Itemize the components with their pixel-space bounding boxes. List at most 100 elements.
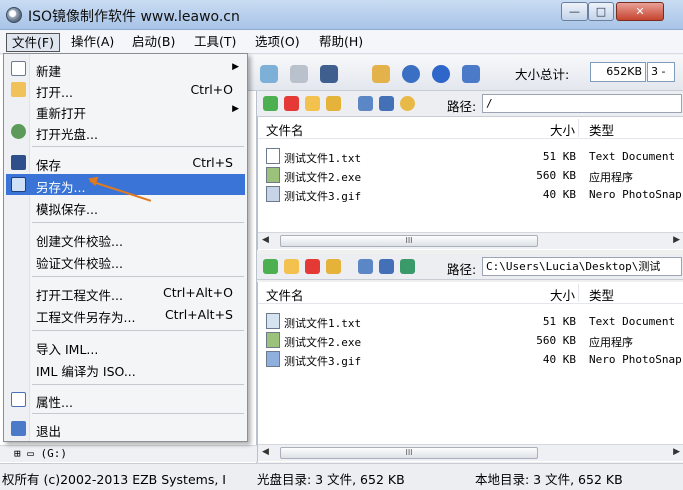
menu-separator — [32, 276, 244, 277]
help-icon[interactable] — [432, 65, 450, 83]
size-dropdown[interactable]: 3 - — [647, 62, 675, 82]
up-arrow-icon[interactable] — [263, 259, 278, 274]
local-file-row[interactable]: 测试文件3.gif 40 KB Nero PhotoSnap — [258, 350, 683, 369]
file-name: 测试文件2.exe — [284, 171, 362, 184]
menu-item-reopen[interactable]: 重新打开 ▶ — [6, 100, 245, 121]
rename-icon[interactable] — [326, 96, 341, 111]
iso-path-field[interactable]: / — [482, 94, 682, 113]
menu-item-exit[interactable]: 退出 — [6, 418, 245, 439]
new-folder-icon[interactable] — [284, 259, 299, 274]
menu-separator — [32, 384, 244, 385]
save-icon — [11, 155, 26, 170]
menu-item-open-project[interactable]: 打开工程文件... Ctrl+Alt+O — [6, 282, 245, 303]
menu-item-compile-iml[interactable]: IML 编译为 ISO... — [6, 358, 245, 379]
file-name: 测试文件1.txt — [284, 317, 362, 330]
up-arrow-icon[interactable] — [263, 96, 278, 111]
local-horizontal-scrollbar[interactable]: ◀ III ▶ — [258, 444, 683, 461]
menu-item-verify-checksum[interactable]: 验证文件校验... — [6, 250, 245, 271]
menu-item-save[interactable]: 保存 Ctrl+S — [6, 152, 245, 173]
col-name-header[interactable]: 文件名 — [266, 120, 304, 139]
file-type: Nero PhotoSnap — [589, 353, 682, 366]
col-name-header[interactable]: 文件名 — [266, 285, 304, 304]
col-size-header[interactable]: 大小 — [550, 285, 575, 304]
col-size-header[interactable]: 大小 — [550, 120, 575, 139]
file-name: 测试文件3.gif — [284, 355, 362, 368]
file-type: Nero PhotoSnap — [589, 188, 682, 201]
menu-action[interactable]: 操作(A) — [66, 33, 119, 52]
menu-boot[interactable]: 启动(B) — [127, 33, 180, 52]
search-icon[interactable] — [260, 65, 278, 83]
iso-file-list[interactable]: 文件名 大小 类型 测试文件1.txt 51 KB Text Document … — [257, 117, 683, 250]
menu-item-label: 另存为... — [36, 180, 86, 195]
settings-icon[interactable] — [379, 96, 394, 111]
properties-icon[interactable] — [372, 65, 390, 83]
scroll-left-arrow[interactable]: ◀ — [262, 447, 269, 457]
window-title: ISO镜像制作软件 www.leawo.cn — [28, 9, 240, 25]
scroll-left-arrow[interactable]: ◀ — [262, 235, 269, 245]
file-type: Text Document — [589, 150, 676, 163]
iso-file-row[interactable]: 测试文件3.gif 40 KB Nero PhotoSnap — [258, 185, 683, 204]
file-name: 测试文件2.exe — [284, 336, 362, 349]
menu-item-open[interactable]: 打开... Ctrl+O — [6, 79, 245, 100]
info-icon[interactable] — [402, 65, 420, 83]
refresh-icon[interactable] — [400, 96, 415, 111]
scroll-thumb[interactable]: III — [280, 235, 538, 247]
menu-separator — [32, 413, 244, 414]
exit-icon — [11, 421, 26, 436]
maximize-button[interactable]: □ — [588, 2, 614, 21]
add-files-icon[interactable] — [358, 259, 373, 274]
file-size: 51 KB — [542, 315, 576, 328]
menu-item-save-project-as[interactable]: 工程文件另存为... Ctrl+Alt+S — [6, 304, 245, 325]
file-size: 560 KB — [536, 334, 576, 347]
add-files-icon[interactable] — [358, 96, 373, 111]
menu-item-label: 退出 — [36, 424, 62, 439]
disc-app-icon — [6, 7, 22, 23]
local-file-row[interactable]: 测试文件2.exe 560 KB 应用程序 — [258, 331, 683, 350]
iso-file-row[interactable]: 测试文件1.txt 51 KB Text Document — [258, 147, 683, 166]
menu-item-label: 模拟保存... — [36, 202, 98, 217]
rename-icon[interactable] — [326, 259, 341, 274]
compress-icon[interactable] — [320, 65, 338, 83]
menu-options[interactable]: 选项(O) — [250, 33, 305, 52]
iso-file-row[interactable]: 测试文件2.exe 560 KB 应用程序 — [258, 166, 683, 185]
menu-item-label: 打开光盘... — [36, 127, 98, 142]
iso-horizontal-scrollbar[interactable]: ◀ III ▶ — [258, 232, 683, 249]
local-file-list[interactable]: 文件名 大小 类型 测试文件1.txt 51 KB Text Document … — [257, 282, 683, 462]
local-file-row[interactable]: 测试文件1.txt 51 KB Text Document — [258, 312, 683, 331]
menu-item-create-checksum[interactable]: 创建文件校验... — [6, 228, 245, 249]
exit-icon[interactable] — [462, 65, 480, 83]
menu-file[interactable]: 文件(F) — [6, 33, 60, 52]
menu-item-label: 工程文件另存为... — [36, 310, 136, 325]
settings-icon[interactable] — [379, 259, 394, 274]
menu-tools[interactable]: 工具(T) — [189, 33, 241, 52]
new-file-icon — [11, 61, 26, 76]
refresh-icon[interactable] — [400, 259, 415, 274]
burn-icon[interactable] — [290, 65, 308, 83]
menu-item-new[interactable]: 新建 ▶ — [6, 58, 245, 79]
menu-item-open-disc[interactable]: 打开光盘... — [6, 121, 245, 142]
delete-icon[interactable] — [284, 96, 299, 111]
menu-help[interactable]: 帮助(H) — [314, 33, 368, 52]
menu-item-shortcut: Ctrl+O — [190, 82, 233, 97]
menu-item-label: 重新打开 — [36, 106, 87, 121]
menu-item-label: 保存 — [36, 158, 62, 173]
new-folder-icon[interactable] — [305, 96, 320, 111]
tree-drive-item[interactable]: ⊞ ▭ (G:) — [14, 447, 67, 460]
col-type-header[interactable]: 类型 — [589, 285, 614, 304]
iso-path-label: 路径: — [447, 99, 477, 114]
status-local-summary: 本地目录: 3 文件, 652 KB — [475, 472, 623, 487]
menu-item-simulate-save[interactable]: 模拟保存... — [6, 196, 245, 217]
scroll-right-arrow[interactable]: ▶ — [673, 235, 680, 245]
col-type-header[interactable]: 类型 — [589, 120, 614, 139]
local-path-field[interactable]: C:\Users\Lucia\Desktop\测试 — [482, 257, 682, 276]
minimize-button[interactable]: — — [561, 2, 588, 21]
column-separator[interactable] — [578, 284, 579, 302]
close-button[interactable]: ✕ — [616, 2, 664, 21]
menu-bar: 文件(F) 操作(A) 启动(B) 工具(T) 选项(O) 帮助(H) — [0, 30, 683, 54]
column-separator[interactable] — [578, 119, 579, 137]
scroll-thumb[interactable]: III — [280, 447, 538, 459]
menu-item-import-iml[interactable]: 导入 IML... — [6, 336, 245, 357]
menu-item-properties[interactable]: 属性... — [6, 389, 245, 410]
delete-icon[interactable] — [305, 259, 320, 274]
scroll-right-arrow[interactable]: ▶ — [673, 447, 680, 457]
